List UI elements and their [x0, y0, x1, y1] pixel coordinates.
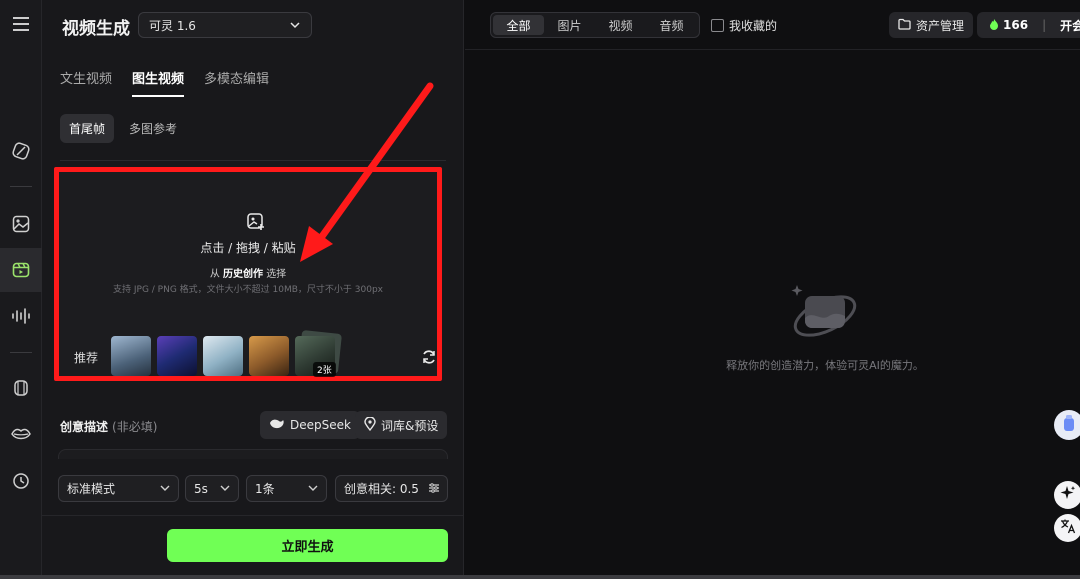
rail-divider-2	[10, 352, 32, 353]
filter-all[interactable]: 全部	[493, 15, 544, 35]
model-select[interactable]: 可灵 1.6	[138, 12, 312, 38]
recommend-thumb-4[interactable]	[249, 336, 289, 376]
empty-state-icon	[787, 282, 857, 350]
chevron-down-icon	[219, 482, 231, 497]
chevron-down-icon	[289, 19, 301, 34]
folder-icon	[898, 18, 911, 33]
count-select[interactable]: 1条	[246, 475, 327, 502]
location-pin-icon	[364, 415, 376, 434]
upload-from-suffix: 选择	[266, 269, 287, 280]
recommend-thumb-3[interactable]	[203, 336, 243, 376]
generation-panel: 视频生成 可灵 1.6 文生视频 图生视频 多模态编辑 首尾帧 多图参考 点击 …	[42, 0, 464, 579]
recommend-label: 推荐	[74, 351, 99, 365]
history-creations-link[interactable]: 历史创作	[223, 269, 263, 280]
description-title: 创意描述	[60, 420, 109, 434]
translate-icon	[1060, 518, 1076, 538]
window-bottom-edge	[0, 575, 1080, 579]
generate-button[interactable]: 立即生成	[167, 529, 448, 562]
upload-instruction: 点击 / 拖拽 / 粘贴	[200, 241, 296, 255]
asset-management-button[interactable]: 资产管理	[889, 12, 974, 38]
lexicon-label: 词库&预设	[381, 418, 439, 433]
footer-divider	[42, 515, 464, 516]
image-upload-zone[interactable]: 点击 / 拖拽 / 粘贴 从 历史创作 选择 支持 JPG / PNG 格式，文…	[54, 167, 442, 381]
page-title: 视频生成	[62, 19, 130, 39]
left-rail	[0, 0, 42, 579]
assistant-float-button[interactable]	[1054, 410, 1080, 440]
description-optional: (非必填)	[112, 420, 158, 434]
deepseek-button[interactable]: DeepSeek	[260, 411, 360, 439]
audio-icon[interactable]	[0, 294, 42, 338]
more-count-badge: 2张	[313, 362, 336, 377]
model-select-value: 可灵 1.6	[149, 18, 196, 33]
upload-image-icon	[246, 212, 266, 236]
menu-icon[interactable]	[0, 2, 42, 46]
relevance-select[interactable]: 创意相关: 0.5	[335, 475, 448, 502]
upload-from-prefix: 从	[209, 269, 220, 280]
quality-mode-select[interactable]: 标准模式	[58, 475, 179, 502]
tab-text-to-video[interactable]: 文生视频	[60, 68, 112, 97]
asset-management-label: 资产管理	[916, 18, 965, 33]
upload-history-hint: 从 历史创作 选择	[59, 265, 437, 280]
filter-audio[interactable]: 音频	[646, 15, 697, 35]
ai-sparkle-button[interactable]	[1054, 481, 1080, 509]
deepseek-label: DeepSeek	[290, 418, 351, 432]
empty-state-text: 释放你的创造潜力，体验可灵AI的魔力。	[726, 359, 924, 372]
frame-subtabs: 首尾帧 多图参考	[60, 114, 186, 143]
filter-videos[interactable]: 视频	[595, 15, 646, 35]
video-icon[interactable]	[0, 248, 42, 292]
chevron-down-icon	[159, 482, 171, 497]
deepseek-icon	[269, 418, 285, 433]
points-separator: |	[1042, 18, 1047, 32]
favorites-toggle[interactable]: 我收藏的	[711, 17, 777, 34]
points-membership[interactable]: 166 | 开会员	[977, 12, 1080, 38]
upload-format-hint: 支持 JPG / PNG 格式，文件大小不超过 10MB，尺寸不小于 300px	[113, 285, 383, 295]
refresh-icon[interactable]	[421, 349, 437, 369]
quality-mode-value: 标准模式	[67, 482, 116, 496]
favorites-label: 我收藏的	[729, 19, 778, 33]
tab-multimodal-edit[interactable]: 多模态编辑	[204, 68, 269, 97]
history-icon[interactable]	[0, 459, 42, 503]
divider	[60, 160, 446, 161]
lexicon-preset-button[interactable]: 词库&预设	[355, 411, 448, 439]
duration-select[interactable]: 5s	[185, 475, 239, 502]
subtab-first-last-frame[interactable]: 首尾帧	[60, 114, 115, 143]
type-filter: 全部 图片 视频 音频	[490, 12, 700, 38]
duration-value: 5s	[194, 481, 208, 496]
count-value: 1条	[255, 482, 275, 496]
description-label: 创意描述 (非必填)	[60, 418, 157, 435]
cup-icon[interactable]	[0, 366, 42, 410]
favorites-checkbox[interactable]	[711, 19, 724, 32]
recommend-thumb-2[interactable]	[157, 336, 197, 376]
subtab-multi-image-reference[interactable]: 多图参考	[120, 114, 186, 143]
description-input[interactable]	[58, 449, 448, 459]
sparkle-icon	[1060, 485, 1076, 505]
results-area: 全部 图片 视频 音频 我收藏的 资产管理 166 | 开会员	[465, 0, 1080, 579]
magic-icon[interactable]	[0, 129, 42, 173]
mode-tabs: 文生视频 图生视频 多模态编辑	[60, 68, 269, 97]
points-value: 166	[1003, 18, 1029, 32]
sliders-icon	[428, 482, 440, 497]
rail-divider	[10, 186, 32, 187]
relevance-value: 创意相关: 0.5	[344, 482, 419, 496]
image-icon[interactable]	[0, 202, 42, 246]
chevron-down-icon	[307, 482, 319, 497]
recommend-thumb-1[interactable]	[111, 336, 151, 376]
translate-button[interactable]	[1054, 514, 1080, 542]
lips-icon[interactable]	[0, 412, 42, 456]
tab-image-to-video[interactable]: 图生视频	[132, 68, 185, 97]
flame-icon	[989, 18, 999, 33]
membership-label[interactable]: 开会员	[1060, 17, 1080, 34]
results-toolbar: 全部 图片 视频 音频 我收藏的 资产管理 166 | 开会员	[465, 0, 1080, 50]
filter-images[interactable]: 图片	[544, 15, 595, 35]
assistant-icon	[1061, 414, 1077, 436]
